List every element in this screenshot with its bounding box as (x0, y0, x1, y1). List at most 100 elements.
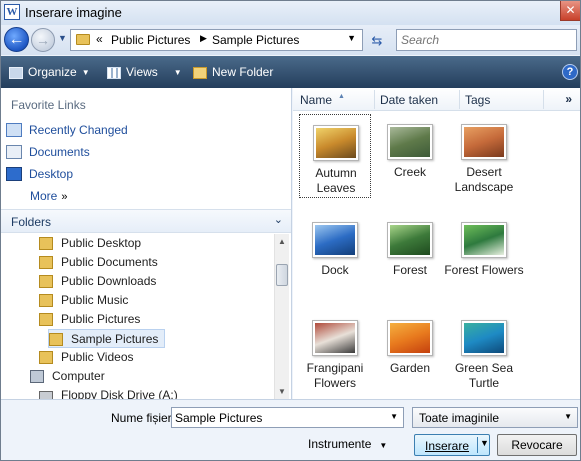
column-divider[interactable] (374, 90, 375, 109)
folder-icon (39, 237, 53, 251)
file-name: Desert Landscape (454, 165, 514, 194)
desktop-icon (6, 166, 22, 181)
recent-pages-dropdown-icon[interactable]: ▼ (58, 34, 67, 43)
address-row: ← → ▼ « Public Pictures ▶ Sample Picture… (1, 25, 580, 55)
more-columns-chevron[interactable]: » (565, 92, 572, 106)
sort-ascending-icon: ▲ (338, 93, 345, 100)
thumbnail-image (315, 323, 355, 353)
file-name: Autumn Leaves (315, 166, 357, 195)
navigation-pane: Favorite Links Recently Changed Document… (1, 88, 292, 399)
favorite-recently-changed[interactable]: Recently Changed (6, 120, 128, 138)
help-icon[interactable]: ? (562, 64, 578, 80)
filename-input[interactable] (175, 410, 380, 425)
forward-button[interactable]: → (31, 28, 55, 52)
column-header-name[interactable]: Name ▲ (300, 93, 345, 107)
thumbnail (387, 320, 433, 356)
chevron-down-icon: ▼ (173, 67, 182, 77)
tree-item-public-documents[interactable]: Public Documents (39, 253, 158, 272)
folders-header[interactable]: Folders ⌄ (1, 209, 291, 233)
breadcrumb-overflow-chevron[interactable]: « (96, 32, 103, 46)
insert-button[interactable]: Inserare ▼ (414, 434, 490, 456)
cancel-button[interactable]: Revocare (497, 434, 577, 456)
thumbnail (461, 320, 507, 356)
new-folder-button[interactable]: New Folder (193, 63, 273, 81)
pictures-folder-icon (39, 313, 53, 327)
tools-button[interactable]: Instrumente ▼ (308, 437, 387, 451)
file-item[interactable]: Green Sea Turtle (448, 310, 520, 394)
folder-tree-scrollbar[interactable]: ▲ ▼ (274, 234, 289, 399)
more-label: More (30, 189, 58, 203)
thumbnail-image (390, 127, 430, 157)
file-item[interactable]: Creek (374, 114, 446, 198)
tree-item-label: Public Desktop (61, 236, 142, 250)
tree-item-label: Public Pictures (61, 312, 141, 326)
tree-item-public-desktop[interactable]: Public Desktop (39, 234, 141, 253)
thumbnail-image (390, 225, 430, 255)
tree-item-label: Sample Pictures (71, 332, 159, 346)
more-favorites-link[interactable]: More» (30, 189, 67, 203)
refresh-icon[interactable]: ⇆ (365, 29, 389, 51)
folder-tree: Public Desktop Public Documents Public D… (1, 234, 274, 399)
file-name: Green Sea Turtle (454, 361, 514, 390)
filename-label: Nume fișier: (111, 411, 176, 425)
thumbnail-image (464, 323, 504, 353)
file-name: Forest (392, 263, 427, 277)
file-name: Garden (389, 361, 431, 375)
file-item[interactable]: Autumn Leaves (299, 114, 371, 198)
file-name: Forest Flowers (444, 263, 524, 277)
tree-item-public-downloads[interactable]: Public Downloads (39, 272, 156, 291)
tree-item-public-videos[interactable]: Public Videos (39, 348, 134, 367)
column-divider[interactable] (459, 90, 460, 109)
double-chevron-icon: » (61, 191, 68, 203)
favorite-label: Recently Changed (29, 122, 128, 137)
file-name: Creek (393, 165, 426, 179)
scroll-up-arrow-icon[interactable]: ▲ (278, 237, 286, 246)
file-item[interactable]: Forest (374, 212, 446, 296)
search-box[interactable] (396, 29, 577, 51)
column-divider[interactable] (543, 90, 544, 109)
column-header-date-taken[interactable]: Date taken (380, 93, 438, 107)
tools-label: Instrumente (308, 437, 372, 451)
scroll-down-arrow-icon[interactable]: ▼ (278, 387, 286, 396)
file-type-value: Toate imaginile (419, 411, 500, 425)
file-item[interactable]: Desert Landscape (448, 114, 520, 198)
folder-icon (76, 34, 90, 45)
file-item[interactable]: Forest Flowers (444, 212, 524, 296)
address-dropdown-arrow-icon[interactable]: ▼ (347, 33, 356, 43)
tree-item-public-pictures[interactable]: Public Pictures (39, 310, 140, 329)
column-header-tags[interactable]: Tags (465, 93, 490, 107)
favorite-documents[interactable]: Documents (6, 142, 90, 160)
new-folder-label: New Folder (212, 65, 274, 79)
file-type-select[interactable]: Toate imaginile ▼ (412, 407, 578, 428)
search-input[interactable] (401, 32, 571, 48)
insert-options-dropdown-icon[interactable]: ▼ (480, 438, 489, 448)
floppy-drive-icon (39, 391, 53, 399)
favorite-desktop[interactable]: Desktop (6, 164, 73, 182)
organize-icon (9, 66, 23, 79)
file-name: Frangipani Flowers (306, 361, 364, 390)
address-bar[interactable]: « Public Pictures ▶ Sample Pictures ▼ (70, 29, 363, 51)
chevron-down-icon[interactable]: ▼ (564, 412, 572, 421)
breadcrumb-public-pictures[interactable]: Public Pictures (111, 33, 190, 47)
back-button[interactable]: ← (4, 27, 29, 52)
file-item[interactable]: Dock (299, 212, 371, 296)
chevron-down-icon[interactable]: ▼ (390, 412, 398, 421)
breadcrumb-separator-arrow-icon[interactable]: ▶ (200, 33, 207, 44)
tree-item-computer[interactable]: Computer (30, 367, 105, 386)
file-item[interactable]: Garden (374, 310, 446, 394)
tree-item-sample-pictures[interactable]: Sample Pictures (48, 329, 166, 348)
close-button[interactable]: ✕ (560, 1, 580, 21)
thumbnail (312, 222, 358, 258)
filename-combobox[interactable]: ▼ (171, 407, 404, 428)
documents-icon (6, 144, 22, 159)
folders-title: Folders (11, 215, 52, 229)
views-button[interactable]: Views ▼ (107, 63, 182, 81)
organize-button[interactable]: Organize ▼ (9, 63, 90, 81)
file-item[interactable]: Frangipani Flowers (299, 310, 371, 394)
tree-item-floppy-drive[interactable]: Floppy Disk Drive (A:) (39, 386, 178, 399)
tree-item-public-music[interactable]: Public Music (39, 291, 128, 310)
thumbnail (387, 222, 433, 258)
breadcrumb-sample-pictures[interactable]: Sample Pictures (212, 33, 299, 47)
scrollbar-thumb[interactable] (276, 264, 288, 286)
chevron-down-icon[interactable]: ⌄ (274, 213, 283, 226)
